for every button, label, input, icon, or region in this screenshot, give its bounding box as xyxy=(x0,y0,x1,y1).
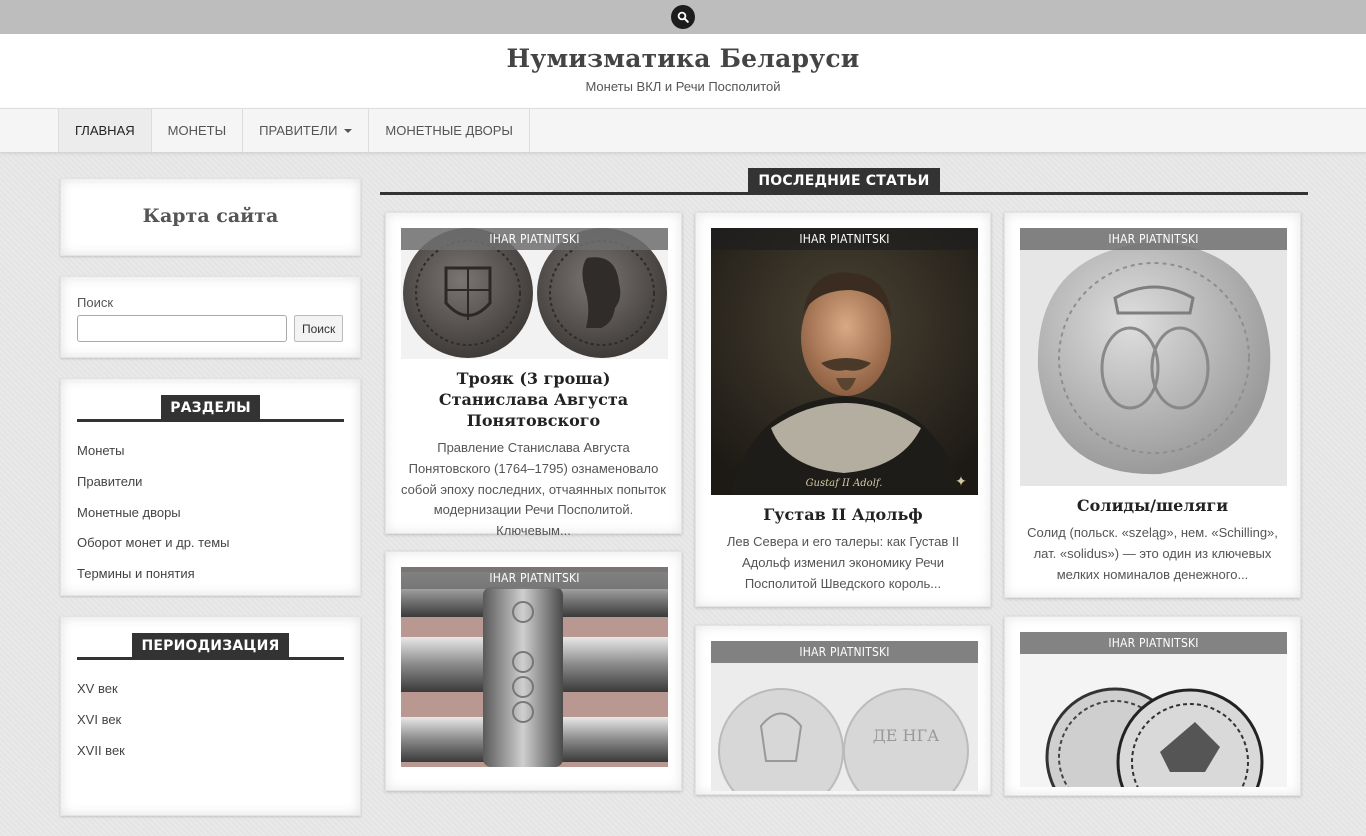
section-header: Последние статьи xyxy=(380,168,1308,195)
post-excerpt: Правление Станислава Августа Понятовског… xyxy=(401,440,666,539)
nav-item-rulers[interactable]: Правители xyxy=(243,109,370,152)
post-card: Ihar Piatnitski Трояк (3 гроша) Станисла… xyxy=(385,212,682,538)
section-title: Последние статьи xyxy=(748,168,940,194)
post-author[interactable]: Ihar Piatnitski xyxy=(401,228,668,250)
search-widget: Поиск Поиск xyxy=(60,276,361,358)
post-author[interactable]: Ihar Piatnitski xyxy=(1020,632,1287,654)
widget-title: Разделы xyxy=(161,395,260,421)
post-title[interactable]: Солиды/шеляги xyxy=(1020,495,1285,516)
post-author[interactable]: Ihar Piatnitski xyxy=(711,641,978,663)
post-author[interactable]: Ihar Piatnitski xyxy=(711,228,978,250)
periods-widget: Периодизация XV век XVI век XVII век xyxy=(60,616,361,816)
sidebar: Карта сайта Поиск Поиск Разделы Монеты П… xyxy=(60,178,361,836)
sitemap-widget: Карта сайта xyxy=(60,178,361,256)
coin-image xyxy=(1020,228,1287,486)
post-thumbnail[interactable]: Ihar Piatnitski xyxy=(401,228,668,359)
primary-nav: Главная Монеты Правители Монетные дворы xyxy=(0,108,1366,153)
coin-image xyxy=(1020,632,1287,787)
post-card: Ihar Piatnitski Солиды/шеляги Солид (пол… xyxy=(1004,212,1301,598)
period-link[interactable]: XVII век xyxy=(77,736,344,767)
nav-item-home[interactable]: Главная xyxy=(58,109,152,152)
search-input[interactable] xyxy=(77,315,287,342)
search-submit-button[interactable]: Поиск xyxy=(294,315,344,342)
svg-text:✦: ✦ xyxy=(955,473,967,489)
post-card: Ihar Piatnitski Gustaf II Adolf. ✦ Густа… xyxy=(695,212,991,607)
chevron-down-icon xyxy=(344,128,353,133)
period-link[interactable]: XVI век xyxy=(77,705,344,736)
nav-item-label: Монетные дворы xyxy=(385,123,513,138)
post-thumbnail[interactable]: Ihar Piatnitski Gustaf II Adolf. ✦ xyxy=(711,228,978,495)
nav-item-label: Правители xyxy=(259,123,338,138)
section-link[interactable]: Монеты xyxy=(77,436,344,467)
nav-item-coins[interactable]: Монеты xyxy=(152,109,244,152)
post-excerpt: Солид (польск. «szeląg», нем. «Schilling… xyxy=(1027,525,1278,582)
coin-die-image xyxy=(401,567,668,767)
sitemap-title[interactable]: Карта сайта xyxy=(77,195,344,234)
post-title[interactable]: Трояк (3 гроша) Станислава Августа Понят… xyxy=(401,368,666,431)
widget-title: Периодизация xyxy=(132,633,289,659)
portrait-caption: Gustaf II Adolf. xyxy=(806,478,883,489)
post-thumbnail[interactable]: Ihar Piatnitski xyxy=(1020,632,1287,787)
search-label: Поиск xyxy=(77,295,114,310)
main-content: Последние статьи xyxy=(380,168,1308,195)
post-card: Ihar Piatnitski xyxy=(385,551,682,791)
section-link[interactable]: Правители xyxy=(77,467,344,498)
top-bar xyxy=(0,0,1366,34)
section-link[interactable]: Оборот монет и др. темы xyxy=(77,528,344,559)
portrait-image: Gustaf II Adolf. ✦ xyxy=(711,228,978,495)
post-author[interactable]: Ihar Piatnitski xyxy=(1020,228,1287,250)
coin-image: ДЕ НГА xyxy=(711,641,978,791)
site-title[interactable]: Нумизматика Беларуси xyxy=(0,34,1366,73)
post-author[interactable]: Ihar Piatnitski xyxy=(401,567,668,589)
post-thumbnail[interactable]: Ihar Piatnitski xyxy=(1020,228,1287,486)
period-link[interactable]: XV век xyxy=(77,674,344,705)
post-excerpt: Лев Севера и его талеры: как Густав II А… xyxy=(726,534,960,591)
nav-item-label: Главная xyxy=(75,123,135,138)
section-link[interactable]: Термины и понятия xyxy=(77,559,344,590)
search-icon xyxy=(677,11,689,23)
post-card: Ihar Piatnitski ДЕ НГА xyxy=(695,625,991,795)
post-title[interactable]: Густав II Адольф xyxy=(711,504,975,525)
nav-item-label: Монеты xyxy=(167,123,227,138)
post-thumbnail[interactable]: Ihar Piatnitski ДЕ НГА xyxy=(711,641,978,791)
post-thumbnail[interactable]: Ihar Piatnitski xyxy=(401,567,668,767)
sections-widget: Разделы Монеты Правители Монетные дворы … xyxy=(60,378,361,596)
coin-text: ДЕ НГА xyxy=(873,726,939,745)
site-description: Монеты ВКЛ и Речи Посполитой xyxy=(585,79,781,94)
post-card: Ihar Piatnitski xyxy=(1004,616,1301,796)
section-link[interactable]: Монетные дворы xyxy=(77,498,344,529)
site-header: Нумизматика Беларуси Монеты ВКЛ и Речи П… xyxy=(0,34,1366,108)
search-toggle-button[interactable] xyxy=(671,5,695,29)
nav-item-mints[interactable]: Монетные дворы xyxy=(369,109,530,152)
